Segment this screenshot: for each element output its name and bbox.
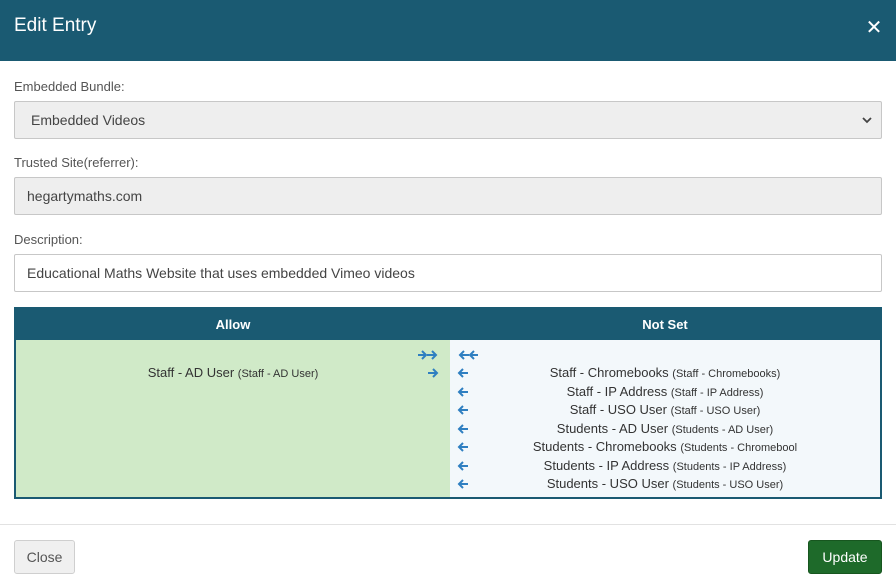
- move-left-icon[interactable]: [456, 386, 470, 398]
- table-header: Allow Not Set: [16, 309, 880, 340]
- update-button[interactable]: Update: [808, 540, 882, 574]
- dialog-title: Edit Entry: [14, 15, 97, 36]
- footer-divider: [0, 524, 896, 525]
- allow-item-sub: (Staff - AD User): [237, 368, 319, 380]
- close-icon[interactable]: ✕: [864, 18, 884, 38]
- notset-item[interactable]: Staff - USO User (Staff - USO User): [480, 402, 850, 417]
- notset-item-sub: (Students - AD User): [671, 424, 774, 436]
- notset-header: Not Set: [642, 317, 688, 332]
- notset-item-name: Students - USO User: [546, 476, 669, 491]
- notset-item[interactable]: Staff - IP Address (Staff - IP Address): [480, 384, 850, 399]
- notset-item-sub: (Staff - Chromebooks): [672, 368, 781, 380]
- bundle-select[interactable]: Embedded Videos: [14, 101, 882, 139]
- notset-item[interactable]: Students - Chromebooks (Students - Chrom…: [480, 439, 850, 454]
- notset-item[interactable]: Students - AD User (Students - AD User): [480, 421, 850, 436]
- bundle-label: Embedded Bundle:: [14, 79, 125, 94]
- description-input[interactable]: Educational Maths Website that uses embe…: [14, 254, 882, 292]
- notset-item-sub: (Students - Chromebool: [680, 442, 798, 454]
- move-right-icon[interactable]: [426, 367, 440, 379]
- notset-item-sub: (Students - USO User): [672, 479, 784, 491]
- allow-item-name: Staff - AD User: [147, 365, 235, 380]
- notset-item[interactable]: Students - IP Address (Students - IP Add…: [480, 458, 850, 473]
- notset-item-sub: (Staff - USO User): [670, 405, 761, 417]
- dialog-header: Edit Entry ✕: [0, 0, 896, 61]
- notset-column: Staff - Chromebooks (Staff - Chromebooks…: [450, 340, 880, 497]
- move-left-icon[interactable]: [456, 423, 470, 435]
- allow-column: Staff - AD User (Staff - AD User): [16, 340, 450, 497]
- notset-item-name: Students - AD User: [556, 421, 669, 436]
- notset-item-name: Students - IP Address: [543, 458, 670, 473]
- trusted-site-value: hegartymaths.com: [27, 188, 143, 204]
- notset-item-name: Staff - Chromebooks: [549, 365, 669, 380]
- chevron-down-icon: [862, 117, 872, 124]
- notset-item-name: Staff - IP Address: [566, 384, 668, 399]
- permissions-table: Allow Not Set Staff - AD User (Staff - A…: [14, 307, 882, 499]
- close-button[interactable]: Close: [14, 540, 75, 574]
- notset-item-name: Staff - USO User: [569, 402, 667, 417]
- move-left-icon[interactable]: [456, 478, 470, 490]
- trusted-site-field: hegartymaths.com: [14, 177, 882, 215]
- allow-header: Allow: [215, 317, 251, 332]
- move-left-icon[interactable]: [456, 460, 470, 472]
- move-all-left-icon[interactable]: [456, 349, 480, 361]
- description-label: Description:: [14, 232, 83, 247]
- notset-item[interactable]: Staff - Chromebooks (Staff - Chromebooks…: [480, 365, 850, 380]
- notset-item-sub: (Staff - IP Address): [670, 387, 764, 399]
- notset-item-sub: (Students - IP Address): [672, 461, 787, 473]
- allow-item[interactable]: Staff - AD User (Staff - AD User): [16, 365, 450, 380]
- notset-item[interactable]: Students - USO User (Students - USO User…: [480, 476, 850, 491]
- description-value: Educational Maths Website that uses embe…: [27, 265, 415, 281]
- move-left-icon[interactable]: [456, 404, 470, 416]
- trusted-site-label: Trusted Site(referrer):: [14, 155, 139, 170]
- move-all-right-icon[interactable]: [416, 349, 440, 361]
- notset-item-name: Students - Chromebooks: [532, 439, 677, 454]
- move-left-icon[interactable]: [456, 367, 470, 379]
- bundle-select-value: Embedded Videos: [31, 112, 146, 128]
- move-left-icon[interactable]: [456, 441, 470, 453]
